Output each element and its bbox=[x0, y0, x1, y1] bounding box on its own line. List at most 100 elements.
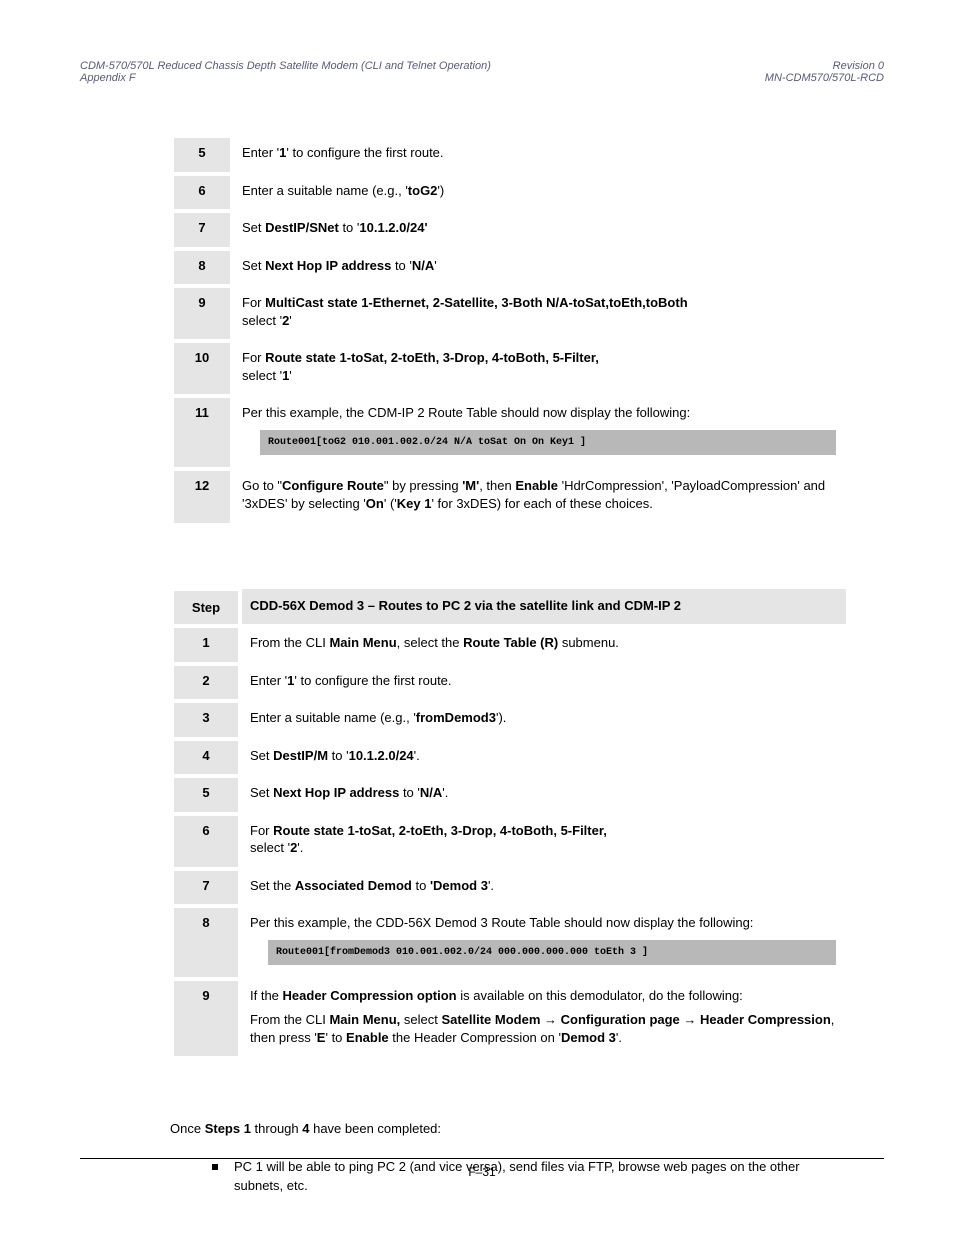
body-text: Set bbox=[242, 258, 265, 273]
body-text: submenu. bbox=[558, 635, 619, 650]
page-header: CDM-570/570L Reduced Chassis Depth Satel… bbox=[80, 60, 884, 84]
table-row: 1From the CLI Main Menu, select the Rout… bbox=[172, 626, 846, 664]
table-row: 8Set Next Hop IP address to 'N/A' bbox=[172, 249, 846, 287]
bold-text: On bbox=[366, 496, 384, 511]
bold-text: Satellite Modem bbox=[441, 1012, 544, 1027]
bold-text: MultiCast state 1-Ethernet, 2-Satellite,… bbox=[265, 295, 688, 310]
step-number: 7 bbox=[172, 869, 240, 907]
table-row: 9For MultiCast state 1-Ethernet, 2-Satel… bbox=[172, 286, 846, 341]
bold-text: Next Hop IP address bbox=[273, 785, 399, 800]
step-number: 2 bbox=[172, 664, 240, 702]
body-text: ' to configure the first route. bbox=[286, 145, 443, 160]
step-number: 6 bbox=[172, 174, 232, 212]
note-bold2: 4 bbox=[302, 1121, 313, 1136]
bold-text: 10.1.2.0/24' bbox=[359, 220, 427, 235]
body-text: to ' bbox=[339, 220, 360, 235]
body-text: ' bbox=[289, 313, 291, 328]
line: From the CLI Main Menu, select Satellite… bbox=[250, 1011, 836, 1046]
body-text: ' to configure the first route. bbox=[294, 673, 451, 688]
step-description: For MultiCast state 1-Ethernet, 2-Satell… bbox=[232, 286, 846, 341]
bold-text: DestIP/SNet bbox=[265, 220, 339, 235]
body-text: '. bbox=[488, 878, 494, 893]
body-text: Enter ' bbox=[242, 145, 279, 160]
route-bar: Route001[toG2 010.001.002.0/24 N/A toSat… bbox=[260, 430, 836, 456]
note-text2: through bbox=[255, 1121, 303, 1136]
instruction-table-2: StepCDD-56X Demod 3 – Routes to PC 2 via… bbox=[170, 587, 848, 1061]
table-row: 2Enter '1' to configure the first route. bbox=[172, 664, 846, 702]
body-text: From the CLI bbox=[250, 1012, 329, 1027]
body-text: '. bbox=[297, 840, 303, 855]
body-text: to ' bbox=[391, 258, 412, 273]
step-number: 5 bbox=[172, 136, 232, 174]
bold-text: N/A bbox=[412, 258, 434, 273]
step-description: Go to "Configure Route" by pressing 'M',… bbox=[232, 469, 846, 524]
body-text: ' (' bbox=[384, 496, 397, 511]
body-text: Set bbox=[250, 748, 273, 763]
bold-text: Route state 1-toSat, 2-toEth, 3-Drop, 4-… bbox=[273, 823, 607, 838]
intro-text: Per this example, the CDM-IP 2 Route Tab… bbox=[242, 404, 836, 422]
bold-text: Header Compression bbox=[696, 1012, 830, 1027]
bold-text: Configuration page bbox=[557, 1012, 683, 1027]
page-footer: F–31 bbox=[80, 1158, 884, 1179]
body-text: Set the bbox=[250, 878, 295, 893]
header-left-1: CDM-570/570L Reduced Chassis Depth Satel… bbox=[80, 60, 491, 72]
step-description: Per this example, the CDD-56X Demod 3 Ro… bbox=[240, 906, 846, 979]
bold-text: Enable bbox=[515, 478, 558, 493]
header-right-1: Revision 0 bbox=[765, 60, 884, 72]
body-text: From the CLI bbox=[250, 635, 329, 650]
bold-text: 'M' bbox=[462, 478, 479, 493]
body-text: ' bbox=[434, 258, 436, 273]
step-number: 8 bbox=[172, 906, 240, 979]
note-text3: have been completed: bbox=[313, 1121, 441, 1136]
body-text: For bbox=[250, 823, 273, 838]
body-text: to ' bbox=[328, 748, 349, 763]
bold-text: Route Table (R) bbox=[463, 635, 558, 650]
body-text: '. bbox=[442, 785, 448, 800]
bold-text: Main Menu, bbox=[329, 1012, 403, 1027]
bold-text: DestIP/M bbox=[273, 748, 328, 763]
table-row: 8Per this example, the CDD-56X Demod 3 R… bbox=[172, 906, 846, 979]
table-row: 7Set the Associated Demod to 'Demod 3'. bbox=[172, 869, 846, 907]
bold-text: Associated Demod bbox=[295, 878, 412, 893]
step-number: 11 bbox=[172, 396, 232, 469]
route-bar: Route001[fromDemod3 010.001.002.0/24 000… bbox=[268, 940, 836, 966]
body-text: to bbox=[412, 878, 430, 893]
header-left-2: Appendix F bbox=[80, 72, 491, 84]
table-row: 6For Route state 1-toSat, 2-toEth, 3-Dro… bbox=[172, 814, 846, 869]
body-text: If the bbox=[250, 988, 283, 1003]
body-text: '. bbox=[414, 748, 420, 763]
body-text: '. bbox=[616, 1030, 622, 1045]
bold-text: 10.1.2.0/24 bbox=[349, 748, 414, 763]
arrow-icon: → bbox=[544, 1012, 557, 1027]
bold-text: Enable bbox=[346, 1030, 389, 1045]
step-description: Enter a suitable name (e.g., 'fromDemod3… bbox=[240, 701, 846, 739]
bold-text: Configure Route bbox=[282, 478, 384, 493]
step-number: 12 bbox=[172, 469, 232, 524]
body-text: is available on this demodulator, do the… bbox=[457, 988, 743, 1003]
step-description: If the Header Compression option is avai… bbox=[240, 979, 846, 1058]
body-text: For bbox=[242, 295, 265, 310]
step-description: From the CLI Main Menu, select the Route… bbox=[240, 626, 846, 664]
table-row: 4 Set DestIP/M to '10.1.2.0/24'. bbox=[172, 739, 846, 777]
body-text: Set bbox=[250, 785, 273, 800]
table-row: 5Enter '1' to configure the first route. bbox=[172, 136, 846, 174]
body-text: select ' bbox=[242, 368, 282, 383]
step-description: For Route state 1-toSat, 2-toEth, 3-Drop… bbox=[240, 814, 846, 869]
step-number: 7 bbox=[172, 211, 232, 249]
table-row: 12Go to "Configure Route" by pressing 'M… bbox=[172, 469, 846, 524]
bold-text: Demod 3 bbox=[561, 1030, 616, 1045]
bold-text: Main Menu bbox=[329, 635, 396, 650]
instruction-table-1: 5Enter '1' to configure the first route.… bbox=[170, 134, 848, 527]
body-text: , select the bbox=[397, 635, 463, 650]
body-text: select bbox=[404, 1012, 442, 1027]
step-description: Set Next Hop IP address to 'N/A' bbox=[232, 249, 846, 287]
body-text: to ' bbox=[399, 785, 420, 800]
table-header-step: Step bbox=[172, 589, 240, 627]
step-description: Set DestIP/SNet to '10.1.2.0/24' bbox=[232, 211, 846, 249]
step-number: 8 bbox=[172, 249, 232, 287]
step-number: 5 bbox=[172, 776, 240, 814]
bold-text: toG2 bbox=[408, 183, 438, 198]
note-text: Once bbox=[170, 1121, 205, 1136]
step-number: 4 bbox=[172, 739, 240, 777]
step-description: Set the Associated Demod to 'Demod 3'. bbox=[240, 869, 846, 907]
